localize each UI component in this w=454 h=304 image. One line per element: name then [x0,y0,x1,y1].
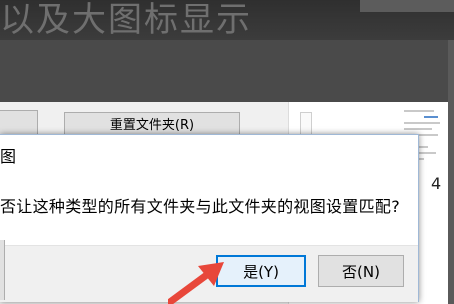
right-edge-bar [448,40,454,304]
pointer-arrow-icon [168,262,224,304]
thumbnail-text-line [404,122,440,124]
background-band [0,40,454,115]
thumbnail-text-line [404,128,432,130]
thumbnail-link-line [424,116,438,118]
left-edge-button[interactable] [0,240,5,300]
page-number: 4 [431,174,442,193]
dialog-title: 图 [0,147,17,166]
yes-button[interactable]: 是(Y) [216,255,306,287]
background-top-right-box [360,0,454,12]
no-button[interactable]: 否(N) [318,255,404,287]
thumbnail-text-line [404,110,434,112]
dialog-message: 否让这种类型的所有文件夹与此文件夹的视图设置匹配? [0,197,400,216]
background-title: 以及大图标显示 [0,0,252,40]
